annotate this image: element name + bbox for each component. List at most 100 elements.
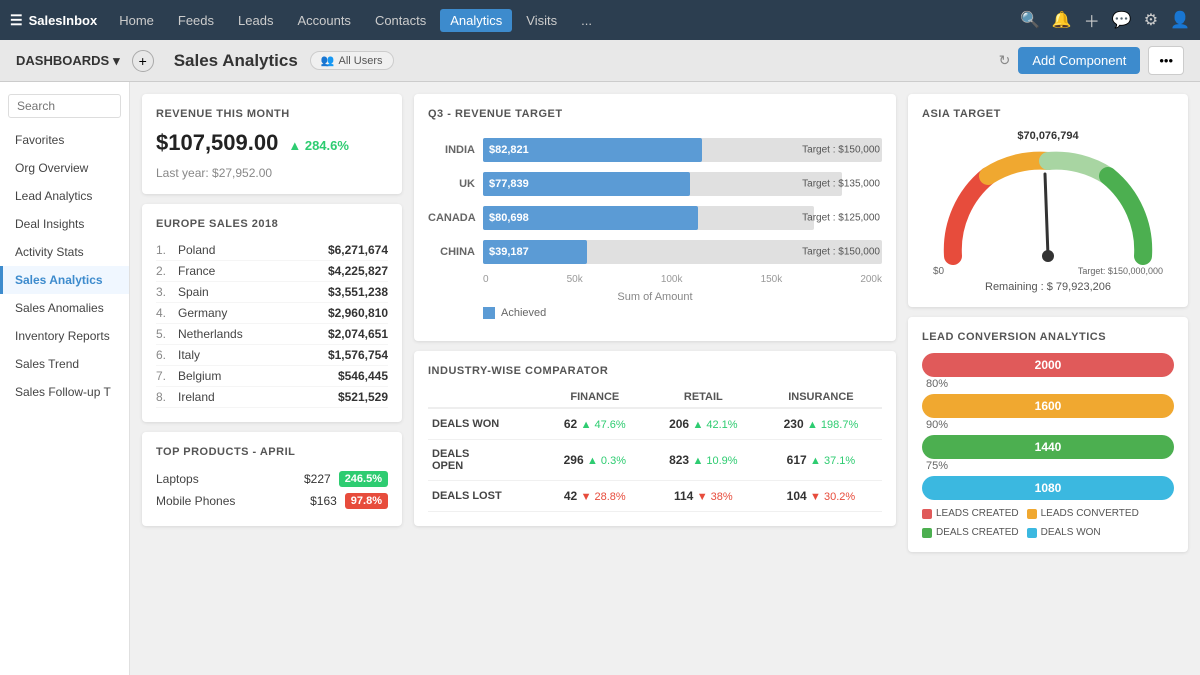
add-dashboard-button[interactable]: + — [132, 50, 154, 72]
revenue-pct: 284.6% — [305, 138, 349, 153]
sidebar-item-sales-anomalies[interactable]: Sales Anomalies — [0, 294, 129, 322]
comparator-table: FINANCE RETAIL INSURANCE DEALS WON 62 ▲ … — [428, 387, 882, 512]
search-input[interactable] — [8, 94, 121, 118]
nav-home[interactable]: Home — [109, 9, 164, 32]
legend-leads-converted-dot — [1027, 509, 1037, 519]
europe-sales-card: EUROPE SALES 2018 1. Poland $6,271,674 2… — [142, 204, 402, 422]
sidebar-item-activity-stats[interactable]: Activity Stats — [0, 238, 129, 266]
europe-sales-list: 1. Poland $6,271,674 2. France $4,225,82… — [156, 240, 388, 408]
list-item: 7. Belgium $546,445 — [156, 366, 388, 387]
x-axis: 0 50k 100k 150k 200k — [428, 274, 882, 285]
revenue-last-year: Last year: $27,952.00 — [156, 166, 388, 180]
legend-leads-created-dot — [922, 509, 932, 519]
gauge-chart — [933, 146, 1163, 276]
add-component-button[interactable]: Add Component — [1018, 47, 1140, 74]
badge-label: All Users — [339, 55, 383, 67]
legend-box — [483, 307, 495, 319]
nav-analytics[interactable]: Analytics — [440, 9, 512, 32]
lead-bar-row: 1440 75% — [922, 435, 1174, 472]
legend-deals-won-label: DEALS WON — [1041, 527, 1101, 538]
lead-conversion-card: LEAD CONVERSION ANALYTICS 2000 80% 1600 … — [908, 317, 1188, 552]
chat-icon[interactable]: 💬 — [1112, 10, 1132, 30]
list-item: 1. Poland $6,271,674 — [156, 240, 388, 261]
avatar[interactable]: 👤 — [1170, 10, 1190, 30]
left-column: REVENUE THIS MONTH $107,509.00 ▲ 284.6% … — [142, 94, 402, 663]
list-item: 4. Germany $2,960,810 — [156, 303, 388, 324]
dashboard-content: REVENUE THIS MONTH $107,509.00 ▲ 284.6% … — [130, 82, 1200, 675]
middle-column: Q3 - REVENUE TARGET INDIA $82,821 Target… — [414, 94, 896, 663]
col-header-empty — [428, 387, 543, 408]
asia-target-title: ASIA TARGET — [922, 108, 1174, 120]
legend-label: Achieved — [501, 307, 546, 319]
main-layout: Favorites Org Overview Lead Analytics De… — [0, 82, 1200, 675]
status-badge: 97.8% — [345, 493, 388, 509]
q3-revenue-title: Q3 - REVENUE TARGET — [428, 108, 882, 120]
dashboards-dropdown[interactable]: DASHBOARDS ▾ — [16, 53, 120, 69]
list-item: Laptops $227 246.5% — [156, 468, 388, 490]
industry-comparator-title: INDUSTRY-WISE COMPARATOR — [428, 365, 882, 377]
list-item: 6. Italy $1,576,754 — [156, 345, 388, 366]
table-row: DEALSOPEN 296 ▲ 0.3% 823 ▲ 10.9% 617 ▲ 3… — [428, 440, 882, 481]
users-icon: 👥 — [321, 54, 335, 67]
top-navigation: ☰ SalesInbox Home Feeds Leads Accounts C… — [0, 0, 1200, 40]
top-products-card: TOP PRODUCTS - APRIL Laptops $227 246.5%… — [142, 432, 402, 526]
bell-icon[interactable]: 🔔 — [1052, 10, 1072, 30]
x-axis-label: Sum of Amount — [428, 291, 882, 303]
tools-icon[interactable]: ⚙ — [1144, 10, 1158, 30]
sidebar-item-favorites[interactable]: Favorites — [0, 126, 129, 154]
nav-right-actions: 🔍 🔔 ＋ 💬 ⚙ 👤 — [1020, 8, 1190, 32]
legend-leads-converted-label: LEADS CONVERTED — [1041, 508, 1139, 519]
sidebar-item-org-overview[interactable]: Org Overview — [0, 154, 129, 182]
nav-more[interactable]: ... — [571, 9, 602, 32]
revenue-card: REVENUE THIS MONTH $107,509.00 ▲ 284.6% … — [142, 94, 402, 194]
sidebar-item-sales-trend[interactable]: Sales Trend — [0, 350, 129, 378]
industry-comparator-card: INDUSTRY-WISE COMPARATOR FINANCE RETAIL … — [414, 351, 896, 526]
nav-visits[interactable]: Visits — [516, 9, 567, 32]
lead-bar-row: 1600 90% — [922, 394, 1174, 431]
right-column: ASIA TARGET $70,076,794 — [908, 94, 1188, 663]
bar-row-china: CHINA $39,187 Target : $150,000 — [428, 240, 882, 264]
lead-bar-row: 2000 80% — [922, 353, 1174, 390]
gauge-labels: $0 Target: $150,000,000 — [933, 266, 1163, 277]
subheader-actions: ↻ Add Component ••• — [999, 46, 1184, 75]
sidebar-item-sales-followup[interactable]: Sales Follow-up T — [0, 378, 129, 406]
lead-conversion-title: LEAD CONVERSION ANALYTICS — [922, 331, 1174, 343]
sidebar-item-lead-analytics[interactable]: Lead Analytics — [0, 182, 129, 210]
list-item: Mobile Phones $163 97.8% — [156, 490, 388, 512]
europe-sales-title: EUROPE SALES 2018 — [156, 218, 388, 230]
sidebar-item-deal-insights[interactable]: Deal Insights — [0, 210, 129, 238]
subheader: DASHBOARDS ▾ + Sales Analytics 👥 All Use… — [0, 40, 1200, 82]
chart-legend: Achieved — [428, 307, 882, 319]
col-header-insurance: INSURANCE — [760, 387, 882, 408]
more-options-button[interactable]: ••• — [1148, 46, 1184, 75]
gauge-container: $70,076,794 — [922, 130, 1174, 293]
plus-icon[interactable]: ＋ — [1084, 8, 1100, 32]
gauge-max: Target: $150,000,000 — [1078, 266, 1163, 277]
all-users-badge[interactable]: 👥 All Users — [310, 51, 394, 70]
revenue-amount: $107,509.00 — [156, 130, 278, 156]
bar-row-uk: UK $77,839 Target : $135,000 — [428, 172, 882, 196]
gauge-min: $0 — [933, 266, 944, 277]
status-badge: 246.5% — [339, 471, 388, 487]
brand: ☰ SalesInbox — [10, 12, 97, 29]
nav-feeds[interactable]: Feeds — [168, 9, 224, 32]
hamburger-icon[interactable]: ☰ — [10, 12, 23, 29]
list-item: 8. Ireland $521,529 — [156, 387, 388, 408]
refresh-icon[interactable]: ↻ — [999, 52, 1011, 69]
list-item: 3. Spain $3,551,238 — [156, 282, 388, 303]
search-icon[interactable]: 🔍 — [1020, 10, 1040, 30]
nav-leads[interactable]: Leads — [228, 9, 283, 32]
legend-deals-created-dot — [922, 528, 932, 538]
legend-deals-created-label: DEALS CREATED — [936, 527, 1019, 538]
lead-bar-row: 1080 — [922, 476, 1174, 500]
gauge-top-value: $70,076,794 — [1017, 130, 1078, 142]
lead-bars: 2000 80% 1600 90% 1440 75 — [922, 353, 1174, 500]
nav-accounts[interactable]: Accounts — [287, 9, 360, 32]
brand-name: SalesInbox — [29, 13, 98, 28]
lead-legend: LEADS CREATED LEADS CONVERTED DEALS CREA… — [922, 508, 1174, 538]
sidebar-item-inventory-reports[interactable]: Inventory Reports — [0, 322, 129, 350]
sidebar-item-sales-analytics[interactable]: Sales Analytics — [0, 266, 129, 294]
nav-contacts[interactable]: Contacts — [365, 9, 436, 32]
table-row: DEALS LOST 42 ▼ 28.8% 114 ▼ 38% 104 ▼ 30… — [428, 481, 882, 512]
col-header-retail: RETAIL — [647, 387, 760, 408]
